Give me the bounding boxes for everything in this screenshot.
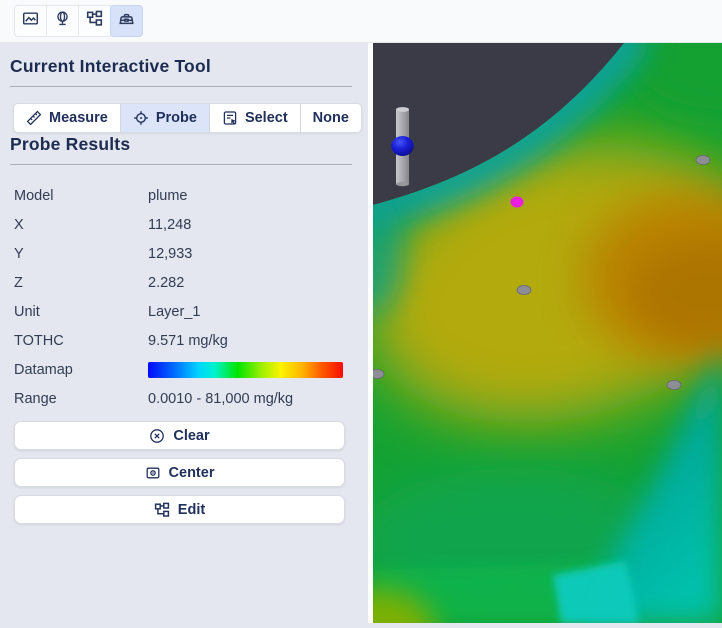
target-icon [133, 110, 149, 126]
app-window: Current Interactive Tool Measure Probe S… [0, 0, 722, 623]
globe-button[interactable] [46, 5, 79, 37]
well-marker[interactable] [369, 368, 385, 379]
probe-point-marker[interactable] [510, 196, 524, 208]
row-label: Z [14, 274, 23, 291]
plume-scene[interactable] [369, 43, 722, 623]
model-tree-button[interactable] [78, 5, 111, 37]
probe-results-table: Model plume X 11,248 Y 12,933 Z 2.282 Un… [14, 181, 352, 413]
tree-icon [86, 10, 103, 32]
center-button-label: Center [168, 464, 215, 481]
none-tool-button[interactable]: None [300, 103, 362, 133]
viewport-3d[interactable] [369, 43, 722, 623]
select-tool-button[interactable]: Select [209, 103, 301, 133]
table-row-tothc: TOTHC 9.571 mg/kg [14, 326, 352, 355]
row-value: 0.0010 - 81,000 mg/kg [148, 390, 294, 407]
none-tool-label: None [312, 110, 349, 126]
divider [10, 164, 352, 165]
table-row-y: Y 12,933 [14, 239, 352, 268]
image-icon [22, 10, 39, 32]
well-marker[interactable] [666, 379, 682, 390]
edit-button[interactable]: Edit [14, 495, 345, 524]
tool-section-title: Current Interactive Tool [10, 56, 211, 76]
well-screen-sphere [391, 136, 414, 156]
toolbox-button[interactable] [110, 5, 143, 37]
well-marker[interactable] [516, 284, 532, 295]
measure-tool-button[interactable]: Measure [13, 103, 121, 133]
table-row-unit: Unit Layer_1 [14, 297, 352, 326]
table-row-datamap: Datamap [14, 355, 352, 384]
globe-icon [54, 10, 71, 32]
row-label: Y [14, 245, 24, 262]
center-button[interactable]: Center [14, 458, 345, 487]
side-panel: Current Interactive Tool Measure Probe S… [0, 43, 368, 623]
probe-tool-label: Probe [155, 110, 197, 126]
datamap-gradient-bar [148, 361, 343, 378]
table-row-model: Model plume [14, 181, 352, 210]
clear-button[interactable]: Clear [14, 421, 345, 450]
row-value: Layer_1 [148, 303, 201, 320]
divider [10, 86, 352, 87]
main-toolbar [0, 0, 722, 43]
tool-button-group: Measure Probe Select None [13, 103, 362, 133]
probe-tool-button[interactable]: Probe [120, 103, 210, 133]
row-value: 9.571 mg/kg [148, 332, 228, 349]
row-label: Datamap [14, 361, 73, 378]
table-row-x: X 11,248 [14, 210, 352, 239]
toolbox-icon [118, 10, 135, 32]
probe-results-title: Probe Results [10, 134, 131, 154]
row-value: 12,933 [148, 245, 193, 262]
row-value: 2.282 [148, 274, 185, 291]
table-row-range: Range 0.0010 - 81,000 mg/kg [14, 384, 352, 413]
edit-button-label: Edit [177, 501, 206, 518]
clear-button-label: Clear [173, 427, 210, 444]
row-label: TOTHC [14, 332, 64, 349]
select-icon [222, 110, 238, 126]
row-label: Range [14, 390, 57, 407]
scene-image-button[interactable] [14, 5, 47, 37]
measure-tool-label: Measure [49, 110, 108, 126]
well-marker[interactable] [695, 155, 711, 166]
row-label: X [14, 216, 24, 233]
ruler-icon [26, 110, 42, 126]
table-row-z: Z 2.282 [14, 268, 352, 297]
row-label: Unit [14, 303, 40, 320]
center-view-icon [145, 465, 161, 481]
clear-circle-icon [149, 428, 165, 444]
select-tool-label: Select [244, 110, 288, 126]
row-value: plume [148, 187, 188, 204]
tree-icon [154, 502, 170, 518]
row-label: Model [14, 187, 54, 204]
row-value: 11,248 [148, 216, 192, 233]
